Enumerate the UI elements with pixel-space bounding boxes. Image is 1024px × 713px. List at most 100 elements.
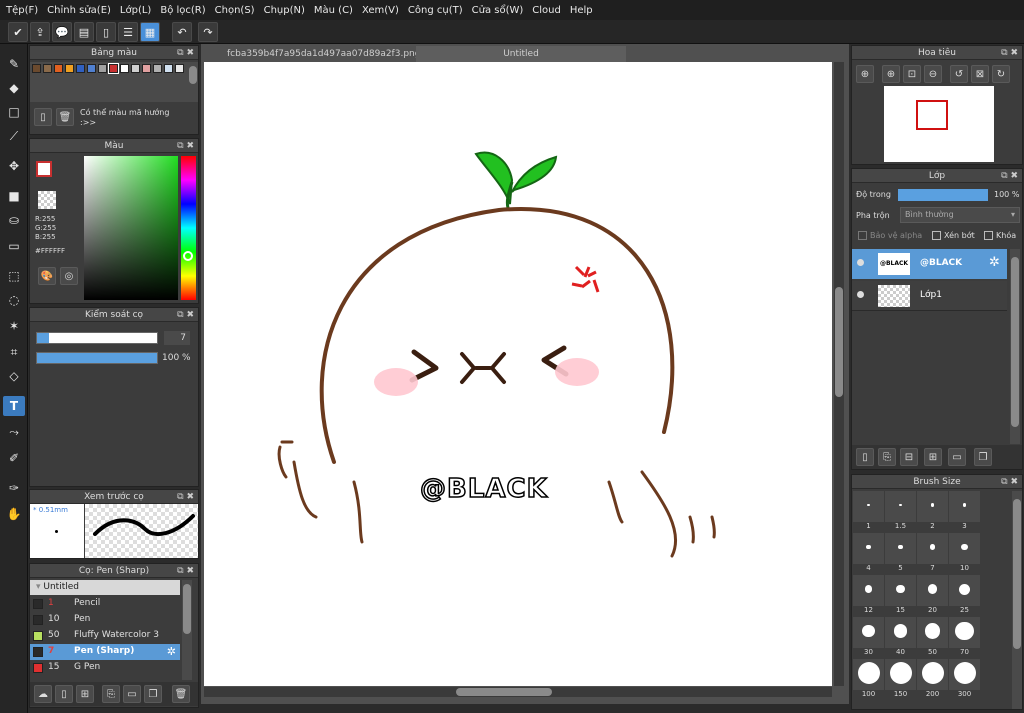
panel-close-icon[interactable]: ⧉ ✖: [177, 490, 194, 504]
share-icon[interactable]: ⇪: [30, 22, 50, 42]
gear-icon[interactable]: ✲: [989, 255, 1000, 270]
brush-tool-icon[interactable]: ✎: [3, 54, 25, 74]
brush-size-value[interactable]: 7: [164, 331, 190, 345]
color-wheel-icon[interactable]: ◎: [60, 267, 78, 285]
zoom-out-icon[interactable]: ⊖: [924, 65, 942, 83]
palette-swatch[interactable]: [120, 64, 129, 73]
palette-swatch[interactable]: [153, 64, 162, 73]
saturation-picker[interactable]: [84, 156, 178, 300]
line-tool-icon[interactable]: ⟋: [3, 126, 25, 146]
duplicate-icon[interactable]: ❐: [974, 448, 992, 466]
brush-opacity-slider[interactable]: [36, 352, 158, 364]
comment-icon[interactable]: 💬: [52, 22, 72, 42]
brush-row[interactable]: 15 G Pen: [30, 660, 180, 676]
new-layer-icon[interactable]: ▯: [856, 448, 874, 466]
brush-size-cell[interactable]: 300: [949, 659, 980, 698]
brush-size-scrollbar[interactable]: [1012, 491, 1022, 709]
palette-swatch[interactable]: [65, 64, 74, 73]
brush-size-cell[interactable]: 25: [949, 575, 980, 614]
brush-row[interactable]: 10 Pen: [30, 612, 180, 628]
select-eraser-icon[interactable]: ◇: [3, 366, 25, 386]
brush-size-cell[interactable]: 12: [853, 575, 884, 614]
redo-icon[interactable]: ↷: [198, 22, 218, 42]
select-rect-icon[interactable]: ⬚: [3, 266, 25, 286]
brush-row[interactable]: 50 Fluffy Watercolor 3: [30, 628, 180, 644]
brush-delete-icon[interactable]: 🗑: [172, 685, 190, 703]
eye-icon[interactable]: [857, 259, 864, 266]
list-icon[interactable]: ☰: [118, 22, 138, 42]
gradient-tool-icon[interactable]: ▭: [3, 236, 25, 256]
magic-wand-icon[interactable]: ✶: [3, 316, 25, 336]
gear-icon[interactable]: ✲: [167, 645, 176, 658]
menu-item[interactable]: Màu (C): [314, 5, 353, 16]
panel-close-icon[interactable]: ⧉ ✖: [177, 46, 194, 60]
menu-item[interactable]: Tệp(F): [6, 5, 38, 16]
brush-list-scrollbar[interactable]: [182, 580, 192, 680]
brush-size-cell[interactable]: 20: [917, 575, 948, 614]
lock-checkbox[interactable]: Khóa: [984, 231, 1016, 240]
brush-row[interactable]: 1 Pencil: [30, 596, 180, 612]
brush-size-cell[interactable]: 3: [949, 491, 980, 530]
brush-group-header[interactable]: ▾ Untitled: [30, 580, 180, 595]
panel-close-icon[interactable]: ⧉ ✖: [177, 564, 194, 578]
brush-size-cell[interactable]: 15: [885, 575, 916, 614]
brush-size-cell[interactable]: 2: [917, 491, 948, 530]
brush-size-cell[interactable]: 200: [917, 659, 948, 698]
menu-item[interactable]: Cửa sổ(W): [472, 5, 524, 16]
layers-scrollbar[interactable]: [1010, 249, 1020, 444]
eye-icon[interactable]: [857, 291, 864, 298]
operation-tool-icon[interactable]: ⤳: [3, 422, 25, 442]
brush-row[interactable]: 7 Pen (Sharp) ✲: [30, 644, 180, 660]
menu-item[interactable]: Công cụ(T): [408, 5, 463, 16]
brush-cloud-icon[interactable]: ☁: [34, 685, 52, 703]
menu-item[interactable]: Chọn(S): [215, 5, 255, 16]
tab-image-file[interactable]: fcba359b4f7a95da1d497aa07d89a2f3.png: [219, 46, 429, 62]
panel-close-icon[interactable]: ⧉ ✖: [1001, 169, 1018, 183]
palette-swatch[interactable]: [76, 64, 85, 73]
transparent-color[interactable]: [38, 191, 56, 209]
bucket-tool-icon[interactable]: ⛀: [3, 210, 25, 230]
menu-item[interactable]: Help: [570, 5, 593, 16]
brush-size-cell[interactable]: 1: [853, 491, 884, 530]
palette-swatch[interactable]: [98, 64, 107, 73]
palette-swatch[interactable]: [142, 64, 151, 73]
palette-swatch[interactable]: [32, 64, 41, 73]
pen-tool-icon[interactable]: ✑: [3, 478, 25, 498]
fill-rect-tool-icon[interactable]: ■: [3, 186, 25, 206]
palette-swatch[interactable]: [131, 64, 140, 73]
trash-icon[interactable]: 🗑: [56, 108, 74, 126]
menu-item[interactable]: Xem(V): [362, 5, 399, 16]
foreground-color[interactable]: [36, 161, 52, 177]
palette-icon[interactable]: 🎨: [38, 267, 56, 285]
palette-swatch[interactable]: [108, 63, 119, 74]
merge-layer-icon[interactable]: ⊟: [900, 448, 918, 466]
cloud-save-icon[interactable]: ✔: [8, 22, 28, 42]
palette-swatch[interactable]: [54, 64, 63, 73]
view-rect[interactable]: [916, 100, 948, 130]
zoom-in-icon[interactable]: ⊕: [856, 65, 874, 83]
brush-size-cell[interactable]: 30: [853, 617, 884, 656]
menu-item[interactable]: Chụp(N): [264, 5, 305, 16]
blend-mode-select[interactable]: Bình thường ▾: [900, 207, 1020, 223]
layout-icon[interactable]: ▦: [140, 22, 160, 42]
brush-size-cell[interactable]: 4: [853, 533, 884, 572]
navigator-thumbnail[interactable]: [884, 86, 994, 162]
brush-size-cell[interactable]: 50: [917, 617, 948, 656]
palette-swatch[interactable]: [43, 64, 52, 73]
brush-size-cell[interactable]: 70: [949, 617, 980, 656]
move-tool-icon[interactable]: ✥: [3, 156, 25, 176]
zoom-plus-icon[interactable]: ⊕: [882, 65, 900, 83]
layer-opacity-slider[interactable]: [898, 189, 988, 201]
menu-item[interactable]: Bộ lọc(R): [160, 5, 205, 16]
palette-swatch[interactable]: [164, 64, 173, 73]
brush-copy-icon[interactable]: ⎘: [102, 685, 120, 703]
drawing-canvas[interactable]: @BLACK: [204, 62, 832, 686]
brush-size-slider[interactable]: [36, 332, 158, 344]
brush-size-cell[interactable]: 150: [885, 659, 916, 698]
palette-swatch[interactable]: [87, 64, 96, 73]
menu-item[interactable]: Chỉnh sửa(E): [47, 5, 111, 16]
menu-item[interactable]: Cloud: [532, 5, 561, 16]
select-pen-icon[interactable]: ⌗: [3, 342, 25, 362]
text-tool-icon[interactable]: T: [3, 396, 25, 416]
clipping-checkbox[interactable]: Xén bớt: [932, 231, 975, 240]
